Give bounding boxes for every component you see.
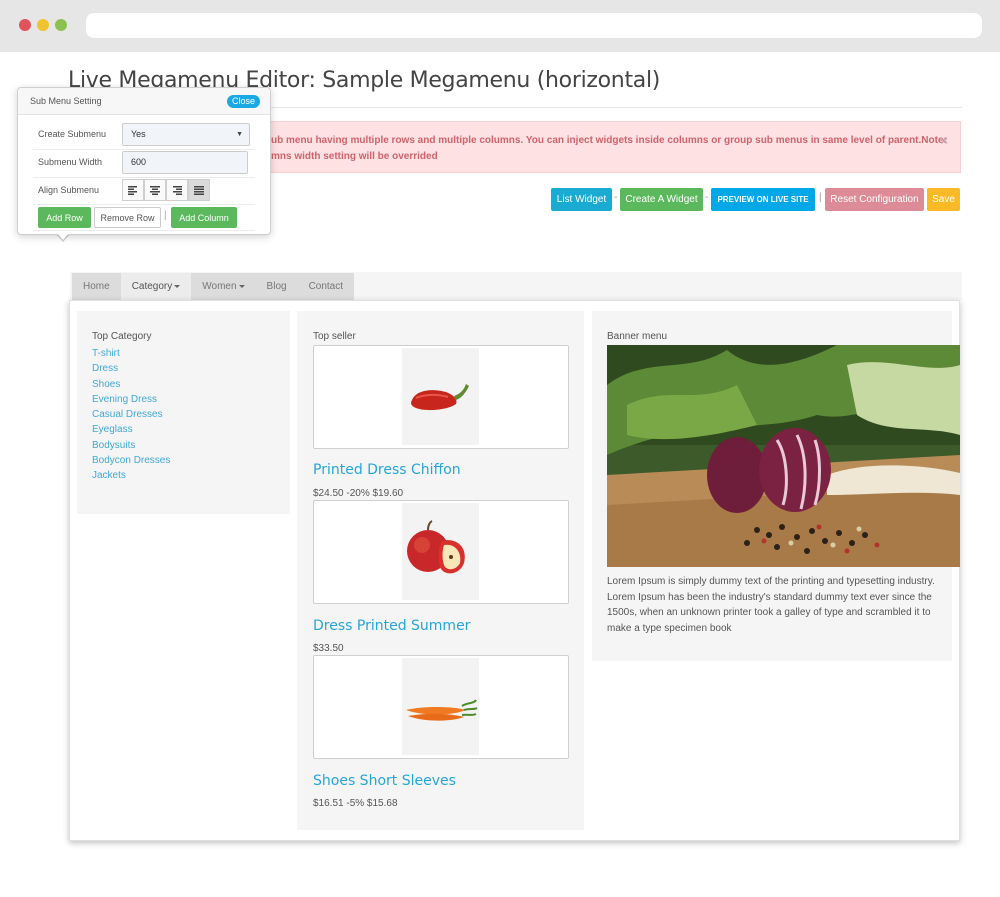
caret-down-icon [238,285,245,288]
window-close-dot[interactable] [19,19,31,31]
category-link[interactable]: Jackets [92,468,170,483]
product-price: $16.51 -5% $15.68 [313,798,398,809]
banner-description: Lorem Ipsum is simply dummy text of the … [607,576,935,634]
popup-pointer-inner [57,233,69,240]
product-name-link[interactable]: Shoes Short Sleeves [313,773,456,789]
menu-tab-home[interactable]: Home [72,273,121,300]
product-price: $24.50 -20% $19.60 [313,488,404,499]
product-image-frame [402,348,479,445]
product-image-red-pepper[interactable] [313,345,569,449]
category-link[interactable]: Shoes [92,377,170,392]
toolbar-separator: - [614,192,618,203]
red-pepper-icon [411,384,469,411]
popup-header: Sub Menu Setting Close [18,88,270,115]
category-link[interactable]: Bodycon Dresses [92,453,170,468]
reset-configuration-button[interactable]: Reset Configuration [825,188,924,211]
category-link[interactable]: Dress [92,361,170,376]
list-widget-button[interactable]: List Widget [551,188,612,211]
align-submenu-label: Align Submenu [38,185,100,195]
alert-text-line1: ub menu having multiple rows and multipl… [271,135,947,146]
row-divider [33,149,255,150]
row-divider [33,177,255,178]
remove-row-button[interactable]: Remove Row [94,207,161,228]
alert-close-icon[interactable]: × [940,133,948,148]
align-justify-button[interactable] [188,179,210,201]
menu-tab-women[interactable]: Women [191,273,255,300]
menu-tab-contact[interactable]: Contact [298,273,354,300]
product-price: $33.50 [313,643,344,654]
caret-down-icon [174,285,181,288]
category-link[interactable]: Casual Dresses [92,407,170,422]
menu-tab-label: Home [83,281,110,292]
align-right-button[interactable] [166,179,188,201]
row-divider [33,204,255,205]
column-heading: Top Category [92,331,152,342]
sub-menu-setting-popup: Sub Menu Setting Close Create Submenu Ye… [17,87,271,235]
align-left-icon [128,185,137,195]
window-maximize-dot[interactable] [55,19,67,31]
category-list: T-shirt Dress Shoes Evening Dress Casual… [92,346,170,484]
carrots-icon [406,699,478,721]
toolbar-separator: - [705,192,709,203]
column-heading: Top seller [313,331,356,342]
align-center-button[interactable] [144,179,166,201]
alert-text-line2: mns width setting will be overrided [271,151,438,162]
category-link[interactable]: Evening Dress [92,392,170,407]
preview-live-site-button[interactable]: PREVIEW ON LIVE SITE [711,188,815,211]
menu-tab-label: Contact [308,281,344,292]
product-image-frame [402,658,479,755]
category-link[interactable]: T-shirt [92,346,170,361]
create-submenu-label: Create Submenu [38,129,107,139]
align-left-button[interactable] [122,179,144,201]
add-row-button[interactable]: Add Row [38,207,91,228]
megamenu-tabs: Home Category Women Blog Contact [72,273,355,300]
info-alert: ub menu having multiple rows and multipl… [250,121,961,173]
align-justify-icon [194,185,204,195]
submenu-width-label: Submenu Width [38,157,103,167]
top-seller-column: Top seller Printed Dress Chiffon $24.50 … [297,311,584,830]
chevron-down-icon: ▼ [236,131,243,138]
menu-tab-category[interactable]: Category [120,273,192,300]
browser-chrome [0,0,1000,52]
banner-image[interactable] [607,345,960,567]
add-column-button[interactable]: Add Column [171,207,237,228]
menu-tab-label: Blog [266,281,287,292]
address-bar[interactable] [86,13,982,38]
row-divider [33,230,255,231]
menu-tab-label: Category [131,281,173,292]
toolbar-separator: | [819,192,822,203]
apple-icon [407,520,465,574]
button-separator: | [164,210,167,221]
window-minimize-dot[interactable] [37,19,49,31]
popup-close-button[interactable]: Close [226,95,260,108]
align-center-icon [150,185,160,195]
product-image-apple[interactable] [313,500,569,604]
product-name-link[interactable]: Printed Dress Chiffon [313,462,461,478]
popup-title: Sub Menu Setting [30,96,102,106]
product-name-link[interactable]: Dress Printed Summer [313,618,470,634]
align-submenu-group [122,179,210,201]
create-widget-button[interactable]: Create A Widget [620,188,703,211]
product-image-frame [402,503,479,600]
align-right-icon [173,185,182,195]
create-submenu-value: Yes [131,129,146,139]
product-image-carrots[interactable] [313,655,569,759]
category-link[interactable]: Eyeglass [92,422,170,437]
onions-peppercorns-image [607,345,960,567]
menu-tab-label: Women [202,281,237,292]
create-submenu-select[interactable]: Yes ▼ [122,123,250,146]
save-button[interactable]: Save [927,188,960,211]
column-heading: Banner menu [607,331,668,342]
category-link[interactable]: Bodysuits [92,438,170,453]
menu-tab-blog[interactable]: Blog [256,273,298,300]
submenu-width-input[interactable]: 600 [122,151,248,174]
top-category-column: Top Category T-shirt Dress Shoes Evening… [77,311,290,514]
